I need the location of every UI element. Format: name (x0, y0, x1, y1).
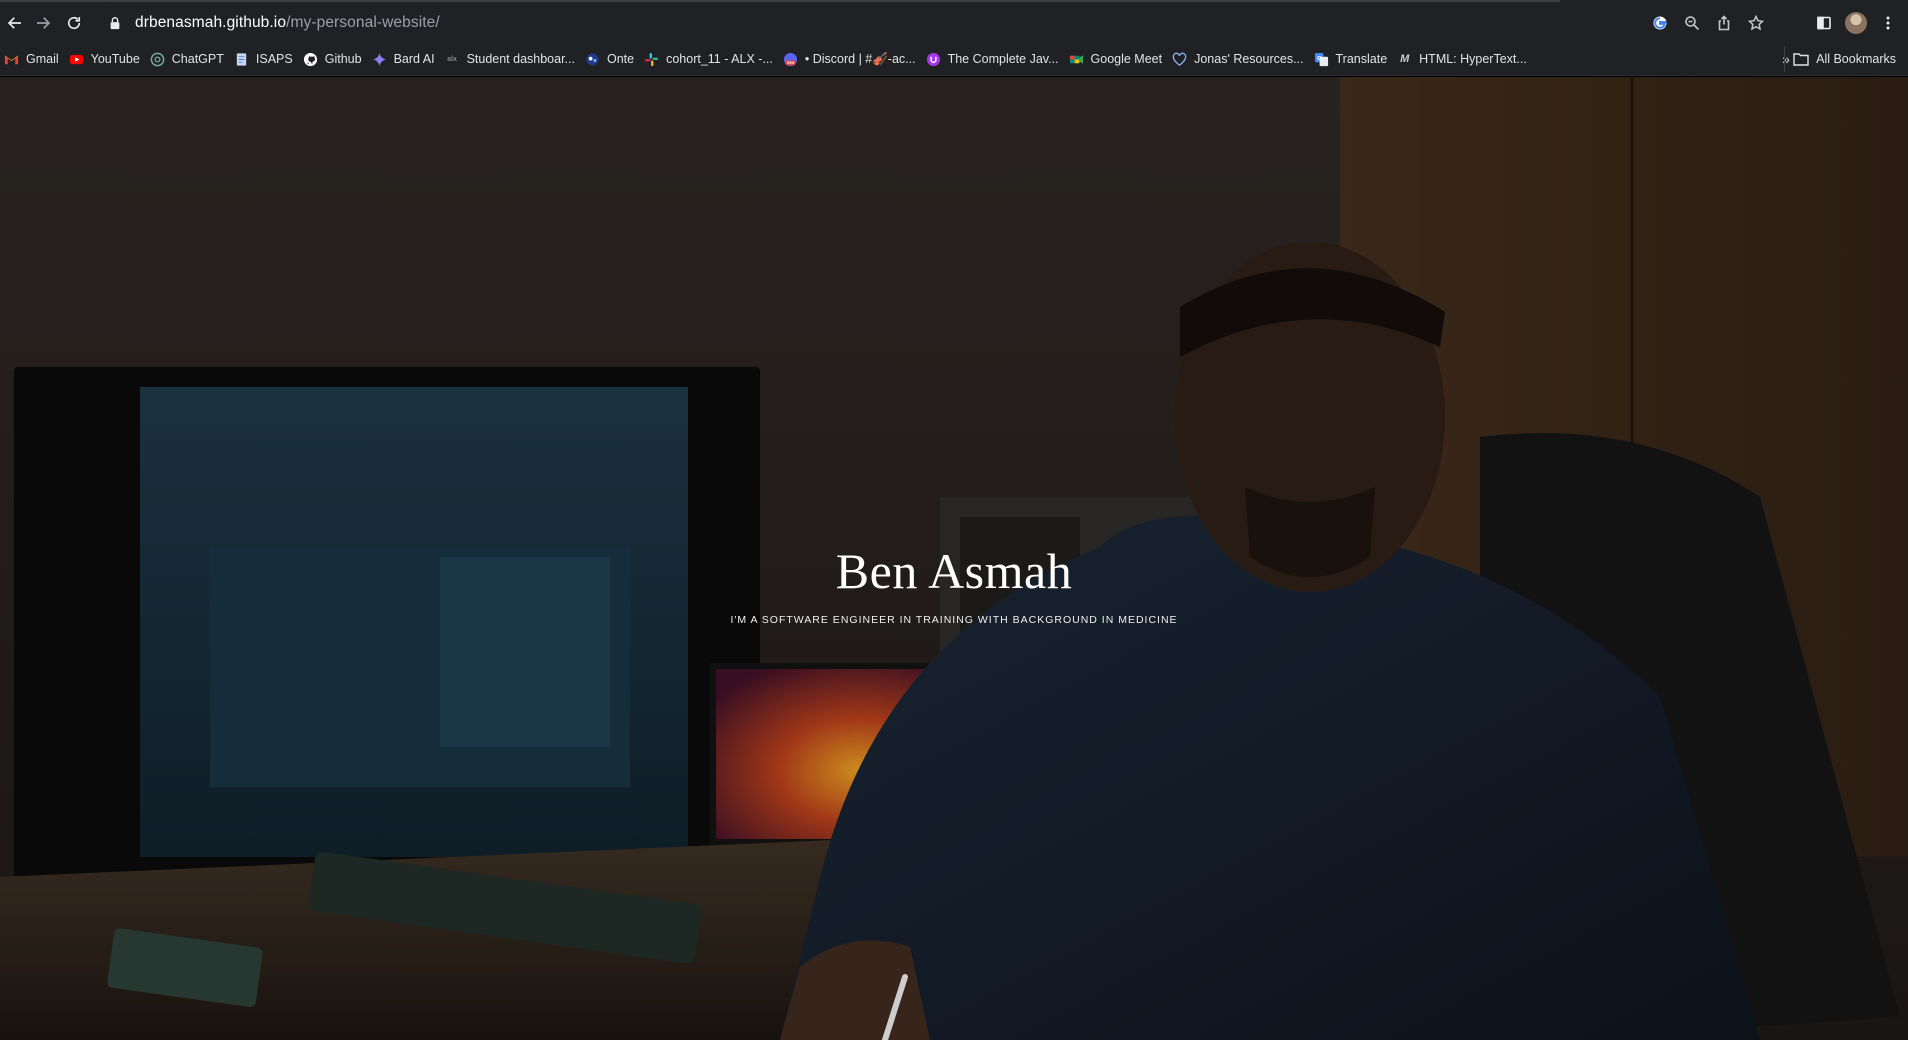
share-icon[interactable] (1708, 7, 1740, 39)
back-icon[interactable] (0, 8, 30, 38)
bookmark-label: • Discord | #🎻-ac... (804, 51, 916, 66)
bookmark-student-dashboard[interactable]: alx Student dashboar... (441, 46, 581, 72)
discord-icon: 294 (783, 52, 798, 67)
document-icon (234, 52, 249, 67)
bookmark-label: The Complete Jav... (947, 52, 1059, 66)
github-icon (303, 52, 318, 67)
bookmark-cohort-11[interactable]: cohort_11 - ALX -... (640, 46, 779, 72)
all-bookmarks-label: All Bookmarks (1816, 52, 1896, 66)
address-bar[interactable]: drbenasmah.github.io/my-personal-website… (94, 7, 1772, 39)
site-info-icon[interactable] (108, 16, 122, 30)
hero-section: Ben Asmah I'M A SOFTWARE ENGINEER IN TRA… (0, 77, 1908, 1040)
bookmark-translate[interactable]: G Translate (1310, 46, 1394, 72)
bookmark-gmail[interactable]: Gmail (0, 46, 65, 72)
youtube-icon (69, 52, 84, 67)
bookmark-label: Google Meet (1090, 52, 1163, 66)
bookmark-youtube[interactable]: YouTube (65, 46, 146, 72)
bookmark-jonas-resources[interactable]: Jonas' Resources... (1168, 46, 1309, 72)
svg-text:G: G (1316, 55, 1321, 61)
bookmark-label: Jonas' Resources... (1194, 52, 1304, 66)
heart-icon (1172, 52, 1187, 67)
hero-tagline: I'M A SOFTWARE ENGINEER IN TRAINING WITH… (730, 613, 1178, 626)
bookmark-label: Gmail (26, 52, 59, 66)
browser-chrome: drbenasmah.github.io/my-personal-website… (0, 0, 1908, 76)
reload-icon[interactable] (59, 8, 89, 38)
udemy-icon (926, 52, 941, 67)
bookmark-label: Onte (606, 52, 635, 66)
side-panel-icon[interactable] (1808, 8, 1840, 38)
all-bookmarks-button[interactable]: All Bookmarks (1784, 46, 1908, 72)
bookmark-onte[interactable]: Onte (581, 46, 640, 72)
url-text[interactable]: drbenasmah.github.io/my-personal-website… (135, 14, 440, 32)
bookmark-google-meet[interactable]: Google Meet (1065, 46, 1169, 72)
toolbar-right (1808, 8, 1904, 38)
bookmarks-bar: Gmail YouTube ChatGPT ISAPS Github Bard (0, 46, 1908, 72)
bookmark-isaps[interactable]: ISAPS (230, 46, 299, 72)
profile-avatar[interactable] (1840, 8, 1872, 38)
bookmark-label: HTML: HyperText... (1419, 52, 1527, 66)
bookmark-label: ISAPS (255, 52, 293, 66)
bookmark-discord[interactable]: 294 • Discord | #🎻-ac... (779, 46, 922, 72)
browser-toolbar: drbenasmah.github.io/my-personal-website… (0, 4, 1908, 42)
bookmark-star-icon[interactable] (1740, 7, 1772, 39)
alx-icon: alx (447, 55, 457, 63)
bookmark-label: Github (324, 52, 362, 66)
bookmark-complete-javascript[interactable]: The Complete Jav... (922, 46, 1065, 72)
hero-name-heading: Ben Asmah (835, 542, 1073, 599)
meet-icon (1069, 52, 1084, 67)
bookmark-label: cohort_11 - ALX -... (666, 52, 773, 66)
bookmark-label: Translate (1335, 52, 1388, 66)
menu-kebab-icon[interactable] (1872, 8, 1904, 38)
omnibox-actions (1644, 7, 1772, 39)
chatgpt-icon (150, 52, 165, 67)
bookmark-label: YouTube (90, 52, 140, 66)
folder-icon (1793, 53, 1809, 66)
bard-icon (372, 52, 387, 67)
slack-icon (644, 52, 659, 67)
translate-icon: G (1314, 52, 1329, 67)
bookmark-bard-ai[interactable]: Bard AI (368, 46, 441, 72)
bookmark-label: Student dashboar... (466, 52, 575, 66)
hero-text-block: Ben Asmah I'M A SOFTWARE ENGINEER IN TRA… (0, 77, 1908, 1040)
google-lens-icon[interactable] (1644, 7, 1676, 39)
bookmark-chatgpt[interactable]: ChatGPT (146, 46, 230, 72)
gmail-icon (4, 52, 19, 67)
svg-text:294: 294 (786, 61, 794, 65)
url-host: drbenasmah.github.io (135, 14, 287, 31)
mdn-icon: M (1400, 53, 1410, 65)
bookmark-github[interactable]: Github (299, 46, 368, 72)
onte-icon (585, 52, 600, 67)
bookmark-label: Bard AI (393, 52, 435, 66)
forward-icon[interactable] (28, 8, 58, 38)
loading-bar (0, 0, 1560, 2)
url-path: /my-personal-website/ (286, 14, 440, 31)
bookmark-label: ChatGPT (171, 52, 224, 66)
bookmark-html-hypertext[interactable]: M HTML: HyperText... (1393, 46, 1533, 72)
zoom-icon[interactable] (1676, 7, 1708, 39)
